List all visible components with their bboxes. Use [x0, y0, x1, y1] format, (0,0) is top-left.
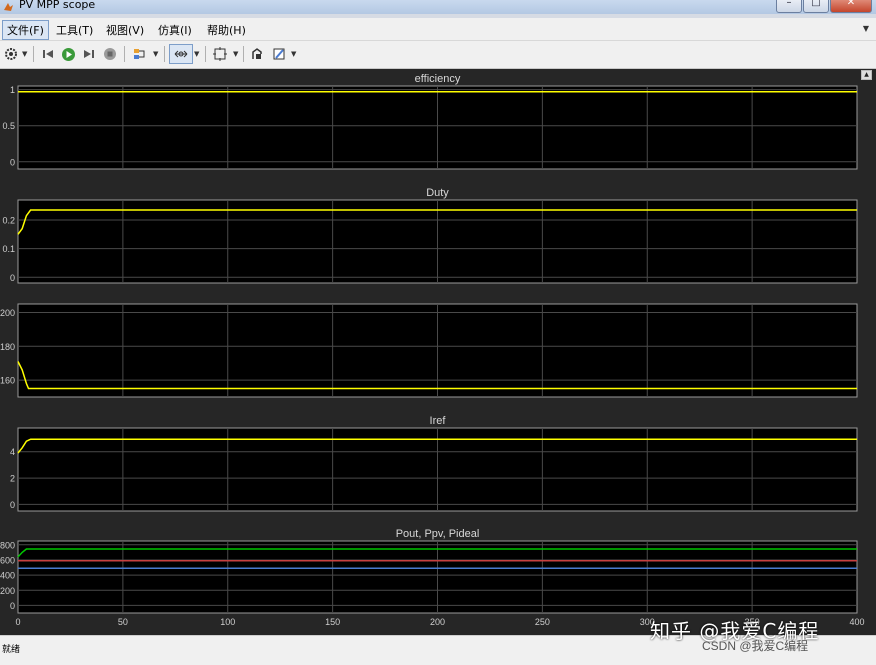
menu-tools[interactable]: 工具(T) [52, 21, 97, 39]
step-back-icon [43, 50, 53, 58]
step-back-button[interactable] [40, 45, 56, 63]
window-title: PV MPP scope [19, 0, 96, 11]
xtick-label: 400 [849, 617, 864, 627]
ytick-label: 180 [0, 342, 15, 352]
window-titlebar[interactable]: PV MPP scope – □ ✕ [0, 0, 876, 14]
stop-icon [104, 48, 116, 60]
minimize-button[interactable]: – [776, 0, 802, 13]
step-forward-icon [84, 50, 94, 58]
autoscale-icon [213, 47, 227, 61]
ytick-label: 0 [10, 273, 15, 283]
close-button[interactable]: ✕ [830, 0, 872, 13]
xtick-label: 200 [430, 617, 445, 627]
axes-title: efficiency [415, 73, 461, 85]
style-dropdown-icon[interactable]: ▼ [291, 50, 296, 58]
restore-icon [252, 48, 262, 59]
ytick-label: 160 [0, 376, 15, 386]
scope-plot-area: 1 0.5 0 efficiency 0.2 0.1 0 Duty 200 180 160 4 2 0 Ir… [0, 69, 876, 635]
ytick-label: 0 [10, 157, 15, 167]
ytick-label: 200 [0, 586, 15, 596]
ytick-label: 800 [0, 540, 15, 550]
toolbar-separator [243, 46, 244, 62]
ytick-label: 1 [10, 85, 15, 95]
scope-figure: 1 0.5 0 efficiency 0.2 0.1 0 Duty 200 180 160 4 2 0 Ir… [0, 73, 865, 627]
watermark-sub: CSDN @我爱C编程 [702, 639, 809, 653]
xtick-label: 50 [118, 617, 128, 627]
style-button[interactable] [271, 45, 287, 63]
run-icon [61, 47, 75, 61]
xtick-label: 0 [15, 617, 20, 627]
run-button[interactable] [60, 45, 76, 63]
highlight-button[interactable] [131, 45, 149, 63]
undock-icon[interactable]: ▲ [861, 70, 872, 80]
autoscale-dropdown-icon[interactable]: ▼ [233, 50, 238, 58]
ytick-label: 0.1 [2, 244, 15, 254]
toolbar-separator [164, 46, 165, 62]
ytick-label: 4 [10, 447, 15, 457]
maximize-button[interactable]: □ [803, 0, 829, 13]
stop-button[interactable] [102, 45, 118, 63]
xtick-label: 150 [325, 617, 340, 627]
ytick-label: 400 [0, 571, 15, 581]
settings-button[interactable] [3, 45, 19, 63]
menu-view[interactable]: 视图(V) [102, 21, 148, 39]
step-forward-button[interactable] [81, 45, 97, 63]
matlab-app-icon [4, 3, 13, 11]
axes-title: Pout, Ppv, Pideal [396, 528, 480, 540]
ytick-label: 200 [0, 308, 15, 318]
autoscale-button[interactable] [211, 45, 229, 63]
xtick-label: 250 [535, 617, 550, 627]
axes-title: Duty [426, 187, 449, 199]
style-icon [273, 48, 285, 60]
zoom-icon [174, 50, 188, 58]
toolbar-separator [33, 46, 34, 62]
menu-file[interactable]: 文件(F) [2, 20, 49, 40]
status-text: 就绪 [2, 645, 21, 655]
zoom-dropdown-icon[interactable]: ▼ [194, 50, 199, 58]
ytick-label: 0.5 [2, 121, 15, 131]
menu-help[interactable]: 帮助(H) [203, 21, 250, 39]
xtick-label: 100 [220, 617, 235, 627]
highlight-dropdown-icon[interactable]: ▼ [153, 50, 158, 58]
toolbar-separator [124, 46, 125, 62]
highlight-icon [134, 49, 145, 59]
close-icon: ✕ [846, 0, 856, 8]
gear-icon [5, 48, 17, 60]
toolbar-separator [205, 46, 206, 62]
restore-button[interactable] [249, 45, 265, 63]
maximize-icon: □ [811, 0, 821, 8]
menubar: 文件(F) 工具(T) 视图(V) 仿真(I) 帮助(H) ▼ [0, 18, 876, 41]
menu-simulation[interactable]: 仿真(I) [154, 21, 196, 39]
ytick-label: 2 [10, 474, 15, 484]
ytick-label: 0 [10, 500, 15, 510]
axes-title: Iref [430, 415, 447, 427]
toolbar: ▼ ▼ ▼ ▼ ▼ [0, 41, 876, 69]
zoom-button[interactable] [169, 44, 193, 64]
ytick-label: 0 [10, 601, 15, 611]
ytick-label: 0.2 [2, 216, 15, 226]
minimize-icon: – [786, 0, 792, 8]
menubar-overflow-icon[interactable]: ▼ [863, 24, 869, 33]
ytick-label: 600 [0, 555, 15, 565]
settings-dropdown-icon[interactable]: ▼ [22, 50, 27, 58]
